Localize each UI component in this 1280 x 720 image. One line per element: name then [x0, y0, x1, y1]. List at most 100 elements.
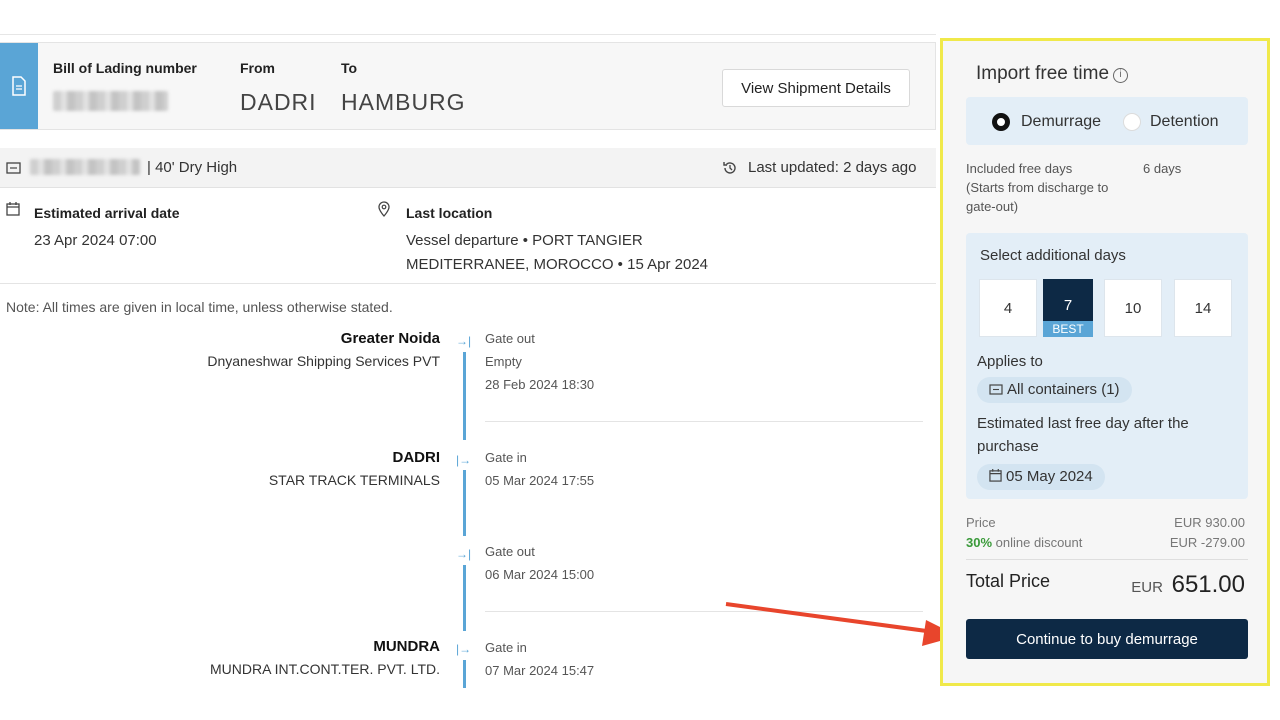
- history-icon: [722, 160, 738, 181]
- last-location-line1: Vessel departure • PORT TANGIER: [406, 232, 643, 249]
- last-location-label: Last location: [406, 205, 493, 221]
- timeline-event: Gate in 05 Mar 2024 17:55: [485, 446, 594, 492]
- last-updated-text: Last updated: 2 days ago: [748, 159, 917, 176]
- event-type: Gate out: [485, 331, 535, 346]
- included-free-days-value: 6 days: [1143, 161, 1182, 176]
- arrival-value: 23 Apr 2024 07:00: [34, 232, 157, 249]
- demurrage-label[interactable]: Demurrage: [1021, 113, 1101, 131]
- last-location-line2: MEDITERRANEE, MOROCCO • 15 Apr 2024: [406, 256, 708, 273]
- gate-out-icon: →|: [456, 547, 472, 561]
- discount-label: 30% online discount: [966, 535, 1082, 550]
- container-number-redacted: [30, 159, 140, 175]
- container-icon: [6, 161, 21, 179]
- timeline-place: Greater Noida Dnyaneshwar Shipping Servi…: [207, 330, 440, 369]
- detention-radio[interactable]: [1123, 113, 1141, 131]
- event-type: Gate out: [485, 544, 535, 559]
- event-time: 07 Mar 2024 15:47: [485, 663, 595, 678]
- price-label: Price: [966, 515, 996, 530]
- price-value: EUR 930.00: [1174, 515, 1245, 530]
- timezone-note: Note: All times are given in local time,…: [6, 299, 393, 315]
- event-type: Gate in: [485, 640, 527, 655]
- continue-to-buy-demurrage-button[interactable]: Continue to buy demurrage: [966, 619, 1248, 659]
- document-icon: [0, 43, 38, 129]
- applies-to-label: Applies to: [977, 353, 1043, 370]
- included-label-line: Included free days: [966, 161, 1073, 176]
- top-divider: [0, 34, 936, 35]
- info-icon[interactable]: i: [1113, 68, 1129, 83]
- est-last-free-day-value: 05 May 2024: [1006, 468, 1093, 485]
- best-badge: BEST: [1043, 321, 1093, 337]
- price-divider: [966, 559, 1248, 560]
- arrival-label: Estimated arrival date: [34, 205, 180, 221]
- calendar-icon: [989, 469, 1002, 482]
- facility-name: STAR TRACK TERMINALS: [268, 472, 440, 488]
- facility-name: MUNDRA INT.CONT.TER. PVT. LTD.: [210, 661, 440, 677]
- demurrage-radio[interactable]: [992, 113, 1010, 131]
- timeline-divider: [485, 421, 923, 422]
- location-pin-icon: [378, 201, 390, 222]
- container-icon: [989, 384, 1003, 395]
- included-free-days-label: Included free days (Starts from discharg…: [966, 159, 1108, 216]
- place-name: Greater Noida: [340, 330, 440, 347]
- total-price-value: 651.00: [1171, 571, 1245, 598]
- applies-to-chip: All containers (1): [977, 377, 1132, 403]
- timeline-place: MUNDRA MUNDRA INT.CONT.TER. PVT. LTD.: [210, 638, 440, 677]
- arrival-location-section: Estimated arrival date 23 Apr 2024 07:00…: [0, 188, 936, 284]
- event-time: 05 Mar 2024 17:55: [485, 473, 595, 488]
- timeline-segment: [463, 352, 466, 440]
- timeline-place: DADRI STAR TRACK TERMINALS: [269, 449, 440, 488]
- detention-label[interactable]: Detention: [1150, 113, 1219, 131]
- event-time: 28 Feb 2024 18:30: [485, 377, 595, 392]
- panel-title: Import free time i: [976, 63, 1129, 85]
- est-label-line: Estimated last free day after the: [977, 415, 1189, 432]
- bol-label: Bill of Lading number: [53, 60, 197, 76]
- charge-type-toggle: Demurrage Detention: [966, 97, 1248, 145]
- timeline-event: Gate in 07 Mar 2024 15:47: [485, 636, 594, 682]
- container-bar: | 40' Dry High Last updated: 2 days ago: [0, 148, 936, 188]
- import-free-time-panel: Import free time i Demurrage Detention In…: [940, 38, 1270, 686]
- day-option-7[interactable]: 7 BEST: [1043, 279, 1093, 337]
- timeline-event: Gate out 06 Mar 2024 15:00: [485, 540, 594, 586]
- from-city: DADRI: [240, 89, 317, 115]
- select-days-label: Select additional days: [980, 247, 1126, 264]
- est-last-free-day-chip: 05 May 2024: [977, 464, 1105, 490]
- bol-number-redacted: [53, 91, 168, 111]
- applies-to-value: All containers (1): [1007, 381, 1120, 398]
- to-city: HAMBURG: [341, 89, 466, 115]
- panel-body: Import free time i Demurrage Detention In…: [943, 41, 1267, 683]
- total-currency: EUR: [1131, 579, 1163, 596]
- total-price: EUR 651.00: [1131, 571, 1245, 599]
- from-label: From: [240, 60, 275, 76]
- event-type: Gate in: [485, 450, 527, 465]
- annotation-arrow: [725, 602, 958, 646]
- shipment-header-card: Bill of Lading number From DADRI To HAMB…: [0, 42, 936, 130]
- total-price-label: Total Price: [966, 571, 1051, 591]
- est-label-line: purchase: [977, 438, 1039, 455]
- additional-days-box: Select additional days 4 7 BEST 10 14 Ap…: [966, 233, 1248, 499]
- discount-text: online discount: [992, 535, 1083, 550]
- timeline-segment: [463, 470, 466, 536]
- view-shipment-details-button[interactable]: View Shipment Details: [722, 69, 910, 107]
- place-name: MUNDRA: [373, 638, 440, 655]
- day-option-10[interactable]: 10: [1104, 279, 1162, 337]
- day-option-4[interactable]: 4: [979, 279, 1037, 337]
- facility-name: Dnyaneshwar Shipping Services PVT: [207, 353, 440, 369]
- discount-percent: 30%: [966, 535, 993, 550]
- discount-value: EUR -279.00: [1169, 535, 1245, 550]
- event-detail: Empty: [485, 354, 522, 369]
- timeline-segment: [463, 565, 466, 631]
- place-name: DADRI: [392, 449, 441, 466]
- to-label: To: [341, 60, 358, 76]
- gate-in-icon: |→: [456, 642, 472, 656]
- included-label-line: gate-out): [966, 199, 1019, 214]
- est-last-free-day-label: Estimated last free day after the purchas…: [977, 415, 1189, 455]
- gate-in-icon: |→: [456, 453, 472, 467]
- timeline-segment: [463, 660, 466, 688]
- gate-out-icon: →|: [456, 334, 472, 348]
- panel-title-text: Import free time: [976, 63, 1110, 84]
- day-option-7-label: 7: [1063, 297, 1073, 314]
- day-option-14[interactable]: 14: [1174, 279, 1232, 337]
- calendar-icon: [6, 202, 20, 221]
- container-type: | 40' Dry High: [147, 159, 238, 176]
- included-label-line: (Starts from discharge to: [966, 180, 1109, 195]
